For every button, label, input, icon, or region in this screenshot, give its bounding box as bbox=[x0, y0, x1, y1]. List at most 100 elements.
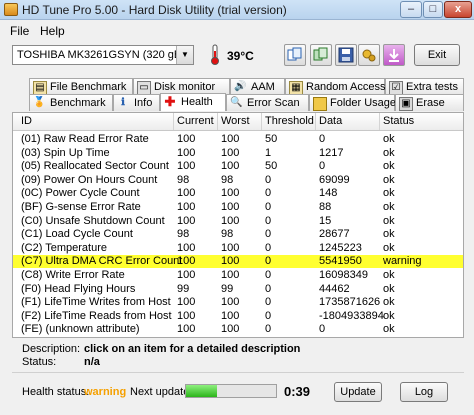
cell-status: ok bbox=[383, 160, 395, 173]
table-row[interactable]: (C0) Unsafe Shutdown Count 100 100 0 15 ok bbox=[13, 215, 463, 228]
exit-button[interactable]: Exit bbox=[414, 44, 460, 66]
magnifier-icon: 🔍 bbox=[230, 97, 243, 108]
cell-status: ok bbox=[383, 269, 395, 281]
app-icon bbox=[4, 3, 18, 16]
temperature-value: 39°C bbox=[227, 49, 254, 63]
table-row[interactable]: (F1) LifeTime Writes from Host 100 100 0 173… bbox=[13, 296, 463, 309]
cell-worst: 100 bbox=[221, 269, 240, 281]
random-access-icon: ▦ bbox=[289, 81, 303, 95]
file-benchmark-icon: ▤ bbox=[33, 81, 47, 95]
thermometer-icon bbox=[211, 44, 219, 65]
table-row[interactable]: (C8) Write Error Rate 100 100 0 16098349 ok bbox=[13, 269, 463, 282]
tab-benchmark[interactable]: 🏅 Benchmark bbox=[29, 94, 113, 111]
cell-threshold: 0 bbox=[265, 282, 272, 295]
update-button[interactable]: Update bbox=[334, 382, 382, 402]
cell-worst: 100 bbox=[221, 241, 240, 254]
cell-worst: 100 bbox=[221, 255, 240, 268]
cell-id: (C7) Ultra DMA CRC Error Count bbox=[21, 255, 183, 268]
header-threshold[interactable]: Threshold bbox=[265, 115, 314, 127]
menu-file[interactable]: File bbox=[10, 24, 29, 38]
cell-worst: 98 bbox=[221, 173, 234, 186]
tab-file-benchmark[interactable]: ▤ File Benchmark bbox=[29, 78, 133, 95]
cell-current: 100 bbox=[177, 296, 196, 309]
cell-threshold: 50 bbox=[265, 133, 278, 145]
cell-threshold: 0 bbox=[265, 214, 272, 227]
progress-fill bbox=[186, 385, 217, 397]
chevron-down-icon[interactable]: ▼ bbox=[176, 46, 193, 64]
cell-status: ok bbox=[383, 282, 395, 295]
cell-current: 100 bbox=[177, 133, 196, 145]
health-panel: ID Current Worst Threshold Data Status (… bbox=[12, 112, 464, 338]
speaker-icon: 🔊 bbox=[234, 81, 247, 92]
cell-current: 98 bbox=[177, 228, 190, 241]
cell-worst: 100 bbox=[221, 214, 240, 227]
cell-data: 0 bbox=[319, 160, 326, 173]
header-status[interactable]: Status bbox=[383, 115, 414, 127]
table-row[interactable]: (C1) Load Cycle Count 98 98 0 28677 ok bbox=[13, 228, 463, 241]
save-icon[interactable] bbox=[335, 44, 357, 66]
download-icon[interactable] bbox=[383, 44, 405, 66]
health-status-value: warning bbox=[84, 386, 127, 398]
drive-select[interactable]: TOSHIBA MK3261GSYN (320 gB) ▼ bbox=[12, 45, 194, 65]
header-worst[interactable]: Worst bbox=[221, 115, 250, 127]
tab-info[interactable]: ℹ Info bbox=[113, 94, 160, 111]
table-row[interactable]: (BF) G-sense Error Rate 100 100 0 88 ok bbox=[13, 201, 463, 214]
table-row[interactable]: (F0) Head Flying Hours 99 99 0 44462 ok bbox=[13, 283, 463, 296]
maximize-button[interactable]: □ bbox=[423, 1, 443, 18]
tab-random-access[interactable]: ▦ Random Access bbox=[285, 78, 385, 95]
tab-aam[interactable]: 🔊 AAM bbox=[230, 78, 285, 95]
cell-status: ok bbox=[383, 214, 395, 227]
cell-data: 0 bbox=[319, 323, 326, 336]
cell-data: 44462 bbox=[319, 282, 350, 295]
cell-data: 5541950 bbox=[319, 255, 362, 268]
table-row[interactable]: (C2) Temperature 100 100 0 1245223 ok bbox=[13, 242, 463, 255]
cell-id: (05) Reallocated Sector Count bbox=[21, 160, 169, 173]
cell-threshold: 0 bbox=[265, 296, 272, 309]
divider bbox=[12, 372, 464, 373]
table-row[interactable]: (01) Raw Read Error Rate 100 100 50 0 ok bbox=[13, 133, 463, 146]
options-icon[interactable] bbox=[358, 44, 380, 66]
cell-id: (C1) Load Cycle Count bbox=[21, 228, 133, 241]
table-row[interactable]: (0C) Power Cycle Count 100 100 0 148 ok bbox=[13, 187, 463, 200]
tab-health[interactable]: ✚ Health bbox=[160, 93, 226, 111]
log-button[interactable]: Log bbox=[400, 382, 448, 402]
table-row[interactable]: (03) Spin Up Time 100 100 1 1217 ok bbox=[13, 147, 463, 160]
copy-screenshot-icon[interactable] bbox=[310, 44, 332, 66]
extra-tests-icon: ☑ bbox=[389, 81, 403, 95]
tab-error-scan[interactable]: 🔍 Error Scan bbox=[226, 94, 309, 111]
next-update-label: Next update: bbox=[130, 386, 193, 398]
cell-data: 69099 bbox=[319, 173, 350, 186]
tab-extra-tests[interactable]: ☑ Extra tests bbox=[385, 78, 464, 95]
table-row[interactable]: (05) Reallocated Sector Count 100 100 50 0 ok bbox=[13, 160, 463, 173]
cell-threshold: 1 bbox=[265, 146, 272, 159]
table-row[interactable]: (C7) Ultra DMA CRC Error Count 100 100 0 554… bbox=[13, 255, 463, 269]
table-row[interactable]: (FE) (unknown attribute) 100 100 0 0 ok bbox=[13, 323, 463, 336]
drive-select-value: TOSHIBA MK3261GSYN (320 gB) bbox=[17, 49, 185, 61]
close-button[interactable]: x bbox=[444, 1, 472, 18]
cell-current: 100 bbox=[177, 146, 196, 159]
header-id[interactable]: ID bbox=[21, 115, 32, 127]
copy-text-icon[interactable] bbox=[284, 44, 306, 66]
cell-threshold: 0 bbox=[265, 173, 272, 186]
table-row[interactable]: (09) Power On Hours Count 98 98 0 69099 ok bbox=[13, 174, 463, 187]
menu-bar: File Help bbox=[0, 21, 474, 40]
cell-worst: 99 bbox=[221, 282, 234, 295]
cell-id: (C0) Unsafe Shutdown Count bbox=[21, 214, 165, 227]
folder-icon bbox=[313, 97, 327, 111]
cell-threshold: 0 bbox=[265, 269, 272, 281]
header-current[interactable]: Current bbox=[177, 115, 214, 127]
cell-status: ok bbox=[383, 173, 395, 186]
tab-erase[interactable]: ▣ Erase bbox=[395, 94, 464, 111]
next-update-value: 0:39 bbox=[284, 384, 311, 399]
minimize-button[interactable]: – bbox=[400, 1, 422, 18]
cell-threshold: 0 bbox=[265, 187, 272, 200]
table-row[interactable]: (F2) LifeTime Reads from Host 100 100 0 -180… bbox=[13, 310, 463, 323]
tab-folder-usage[interactable]: Folder Usage bbox=[309, 94, 396, 111]
header-data[interactable]: Data bbox=[319, 115, 342, 127]
cell-id: (F0) Head Flying Hours bbox=[21, 282, 136, 295]
cell-status: ok bbox=[383, 228, 395, 241]
cell-id: (F1) LifeTime Writes from Host bbox=[21, 296, 171, 309]
menu-help[interactable]: Help bbox=[40, 24, 65, 38]
cell-threshold: 50 bbox=[265, 160, 278, 173]
title-bar: HD Tune Pro 5.00 - Hard Disk Utility (tr… bbox=[0, 0, 474, 20]
